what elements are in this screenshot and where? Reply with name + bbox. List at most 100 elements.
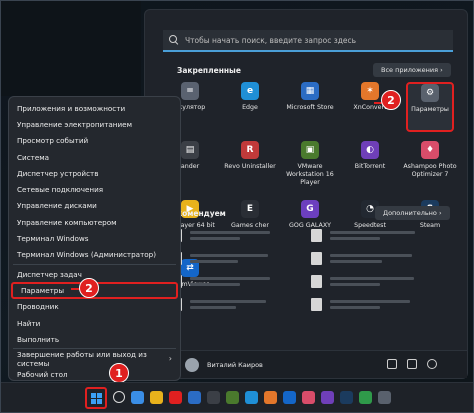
search-icon	[169, 35, 179, 45]
context-menu-item[interactable]: Выполнить	[9, 331, 180, 347]
pinned-title: Закрепленные	[177, 66, 241, 75]
app-tile[interactable]: ♦ Ashampoo Photo Optimizer 7	[400, 141, 460, 191]
user-name[interactable]: Виталий Каиров	[207, 361, 263, 369]
search-icon[interactable]	[113, 391, 125, 403]
app-icon: ▣	[301, 141, 319, 159]
taskbar-app-icon[interactable]	[378, 391, 391, 404]
step-badge-2-start: 2	[381, 90, 401, 110]
app-label: ander	[180, 163, 200, 170]
app-tile[interactable]: e Edge	[220, 82, 280, 132]
context-menu-item-label: Диспетчер задач	[17, 269, 82, 279]
app-icon: R	[241, 141, 259, 159]
taskbar-app-icon[interactable]	[264, 391, 277, 404]
context-menu-item-label: Управление компьютером	[17, 217, 117, 227]
gear-icon[interactable]	[407, 359, 417, 369]
taskbar-app-icon[interactable]	[321, 391, 334, 404]
chevron-right-icon: ›	[168, 354, 172, 364]
context-menu-item-label: Рабочий стол	[17, 370, 68, 380]
context-menu-item-label: Сетевые подключения	[17, 185, 104, 195]
windows-logo-icon	[90, 392, 102, 404]
search-input[interactable]: Чтобы начать поиск, введите запрос здесь	[163, 30, 453, 52]
app-icon: =	[181, 82, 199, 100]
context-menu-item[interactable]: Завершение работы или выход из системы ›	[9, 349, 180, 368]
desktop-wallpaper	[1, 1, 141, 96]
download-icon[interactable]	[387, 359, 397, 369]
app-tile[interactable]: R Revo Uninstaller	[220, 141, 280, 191]
start-footer: Виталий Каиров	[145, 350, 467, 378]
app-label: Revo Uninstaller	[224, 163, 276, 170]
app-tile[interactable]: ▦ Microsoft Store	[280, 82, 340, 132]
app-label: Edge	[242, 104, 258, 111]
context-menu-item[interactable]: Управление компьютером	[9, 214, 180, 230]
app-tile[interactable]: ◐ BitTorrent	[340, 141, 400, 191]
taskbar-app-icon[interactable]	[169, 391, 182, 404]
context-menu-item[interactable]: Управление дисками	[9, 198, 180, 214]
context-menu-item-label: Выполнить	[17, 334, 60, 344]
app-label: VMware Workstation 16 Player	[286, 163, 334, 186]
taskbar-app-icon[interactable]	[131, 391, 144, 404]
divider	[13, 263, 176, 265]
taskbar-app-icon[interactable]	[150, 391, 163, 404]
context-menu-item-label: Завершение работы или выход из системы	[17, 349, 147, 368]
context-menu-item-label: Система	[17, 152, 50, 162]
taskbar-app-icon[interactable]	[359, 391, 372, 404]
step-badge-2-menu: 2	[79, 278, 99, 298]
context-menu-item[interactable]: Диспетчер устройств	[9, 165, 180, 181]
screenshot-frame: Чтобы начать поиск, введите запрос здесь…	[0, 0, 474, 413]
context-menu-item-label: Терминал Windows	[17, 234, 89, 244]
app-label: Ashampoo Photo Optimizer 7	[403, 163, 457, 178]
context-menu-item-label: Терминал Windows (Администратор)	[17, 250, 157, 260]
app-tile[interactable]: ⚙ Параметры	[406, 82, 454, 132]
all-apps-button[interactable]: Все приложения ›	[373, 63, 451, 77]
file-icon	[311, 229, 322, 242]
recommended-title: комендуем	[177, 209, 226, 218]
context-menu-item-label: Параметры	[21, 285, 65, 295]
app-icon: ▦	[301, 82, 319, 100]
taskbar-app-icon[interactable]	[302, 391, 315, 404]
power-icon[interactable]	[427, 359, 437, 369]
context-menu-item-label: Найти	[17, 318, 41, 328]
taskbar-apps	[113, 391, 391, 404]
taskbar-app-icon[interactable]	[340, 391, 353, 404]
taskbar-app-icon[interactable]	[188, 391, 201, 404]
search-placeholder: Чтобы начать поиск, введите запрос здесь	[185, 35, 357, 45]
context-menu-item[interactable]: Приложения и возможности	[9, 100, 180, 116]
context-menu-item[interactable]: Найти	[9, 315, 180, 331]
context-menu-item[interactable]: Терминал Windows (Администратор)	[9, 247, 180, 263]
app-icon: G	[301, 200, 319, 218]
context-menu-item[interactable]: Проводник	[9, 299, 180, 315]
app-label: BitTorrent	[354, 163, 386, 170]
taskbar-app-icon[interactable]	[283, 391, 296, 404]
start-button[interactable]	[85, 387, 107, 409]
context-menu-item[interactable]: Сетевые подключения	[9, 181, 180, 197]
more-button[interactable]: Дополнительно ›	[375, 206, 450, 220]
taskbar-app-icon[interactable]	[245, 391, 258, 404]
file-icon	[311, 252, 322, 265]
app-icon: E	[241, 200, 259, 218]
app-tile[interactable]: ▣ VMware Workstation 16 Player	[280, 141, 340, 191]
context-menu-item-label: Диспетчер устройств	[17, 168, 99, 178]
file-icon	[311, 275, 322, 288]
app-icon: e	[241, 82, 259, 100]
context-menu-item[interactable]: Управление электропитанием	[9, 116, 180, 132]
list-item[interactable]	[171, 224, 451, 247]
app-icon: ◐	[361, 141, 379, 159]
app-icon: ⚙	[421, 84, 439, 102]
avatar[interactable]	[185, 357, 199, 372]
context-menu-item[interactable]: Терминал Windows	[9, 230, 180, 246]
context-menu-item[interactable]: Рабочий стол	[9, 367, 180, 383]
app-icon: ▤	[181, 141, 199, 159]
context-menu-item-label: Приложения и возможности	[17, 103, 126, 113]
context-menu-item-label: Просмотр событий	[17, 136, 89, 146]
winx-context-menu: Приложения и возможности Управление элект…	[8, 96, 181, 381]
start-menu: Чтобы начать поиск, введите запрос здесь…	[144, 9, 468, 379]
context-menu-item-label: Управление дисками	[17, 201, 97, 211]
list-item[interactable]	[171, 247, 451, 270]
context-menu-item[interactable]: Система	[9, 149, 180, 165]
context-menu-item[interactable]: Просмотр событий	[9, 133, 180, 149]
list-item[interactable]	[171, 293, 451, 316]
taskbar-app-icon[interactable]	[207, 391, 220, 404]
list-item[interactable]	[171, 270, 451, 293]
app-label: Параметры	[411, 106, 449, 113]
taskbar-app-icon[interactable]	[226, 391, 239, 404]
